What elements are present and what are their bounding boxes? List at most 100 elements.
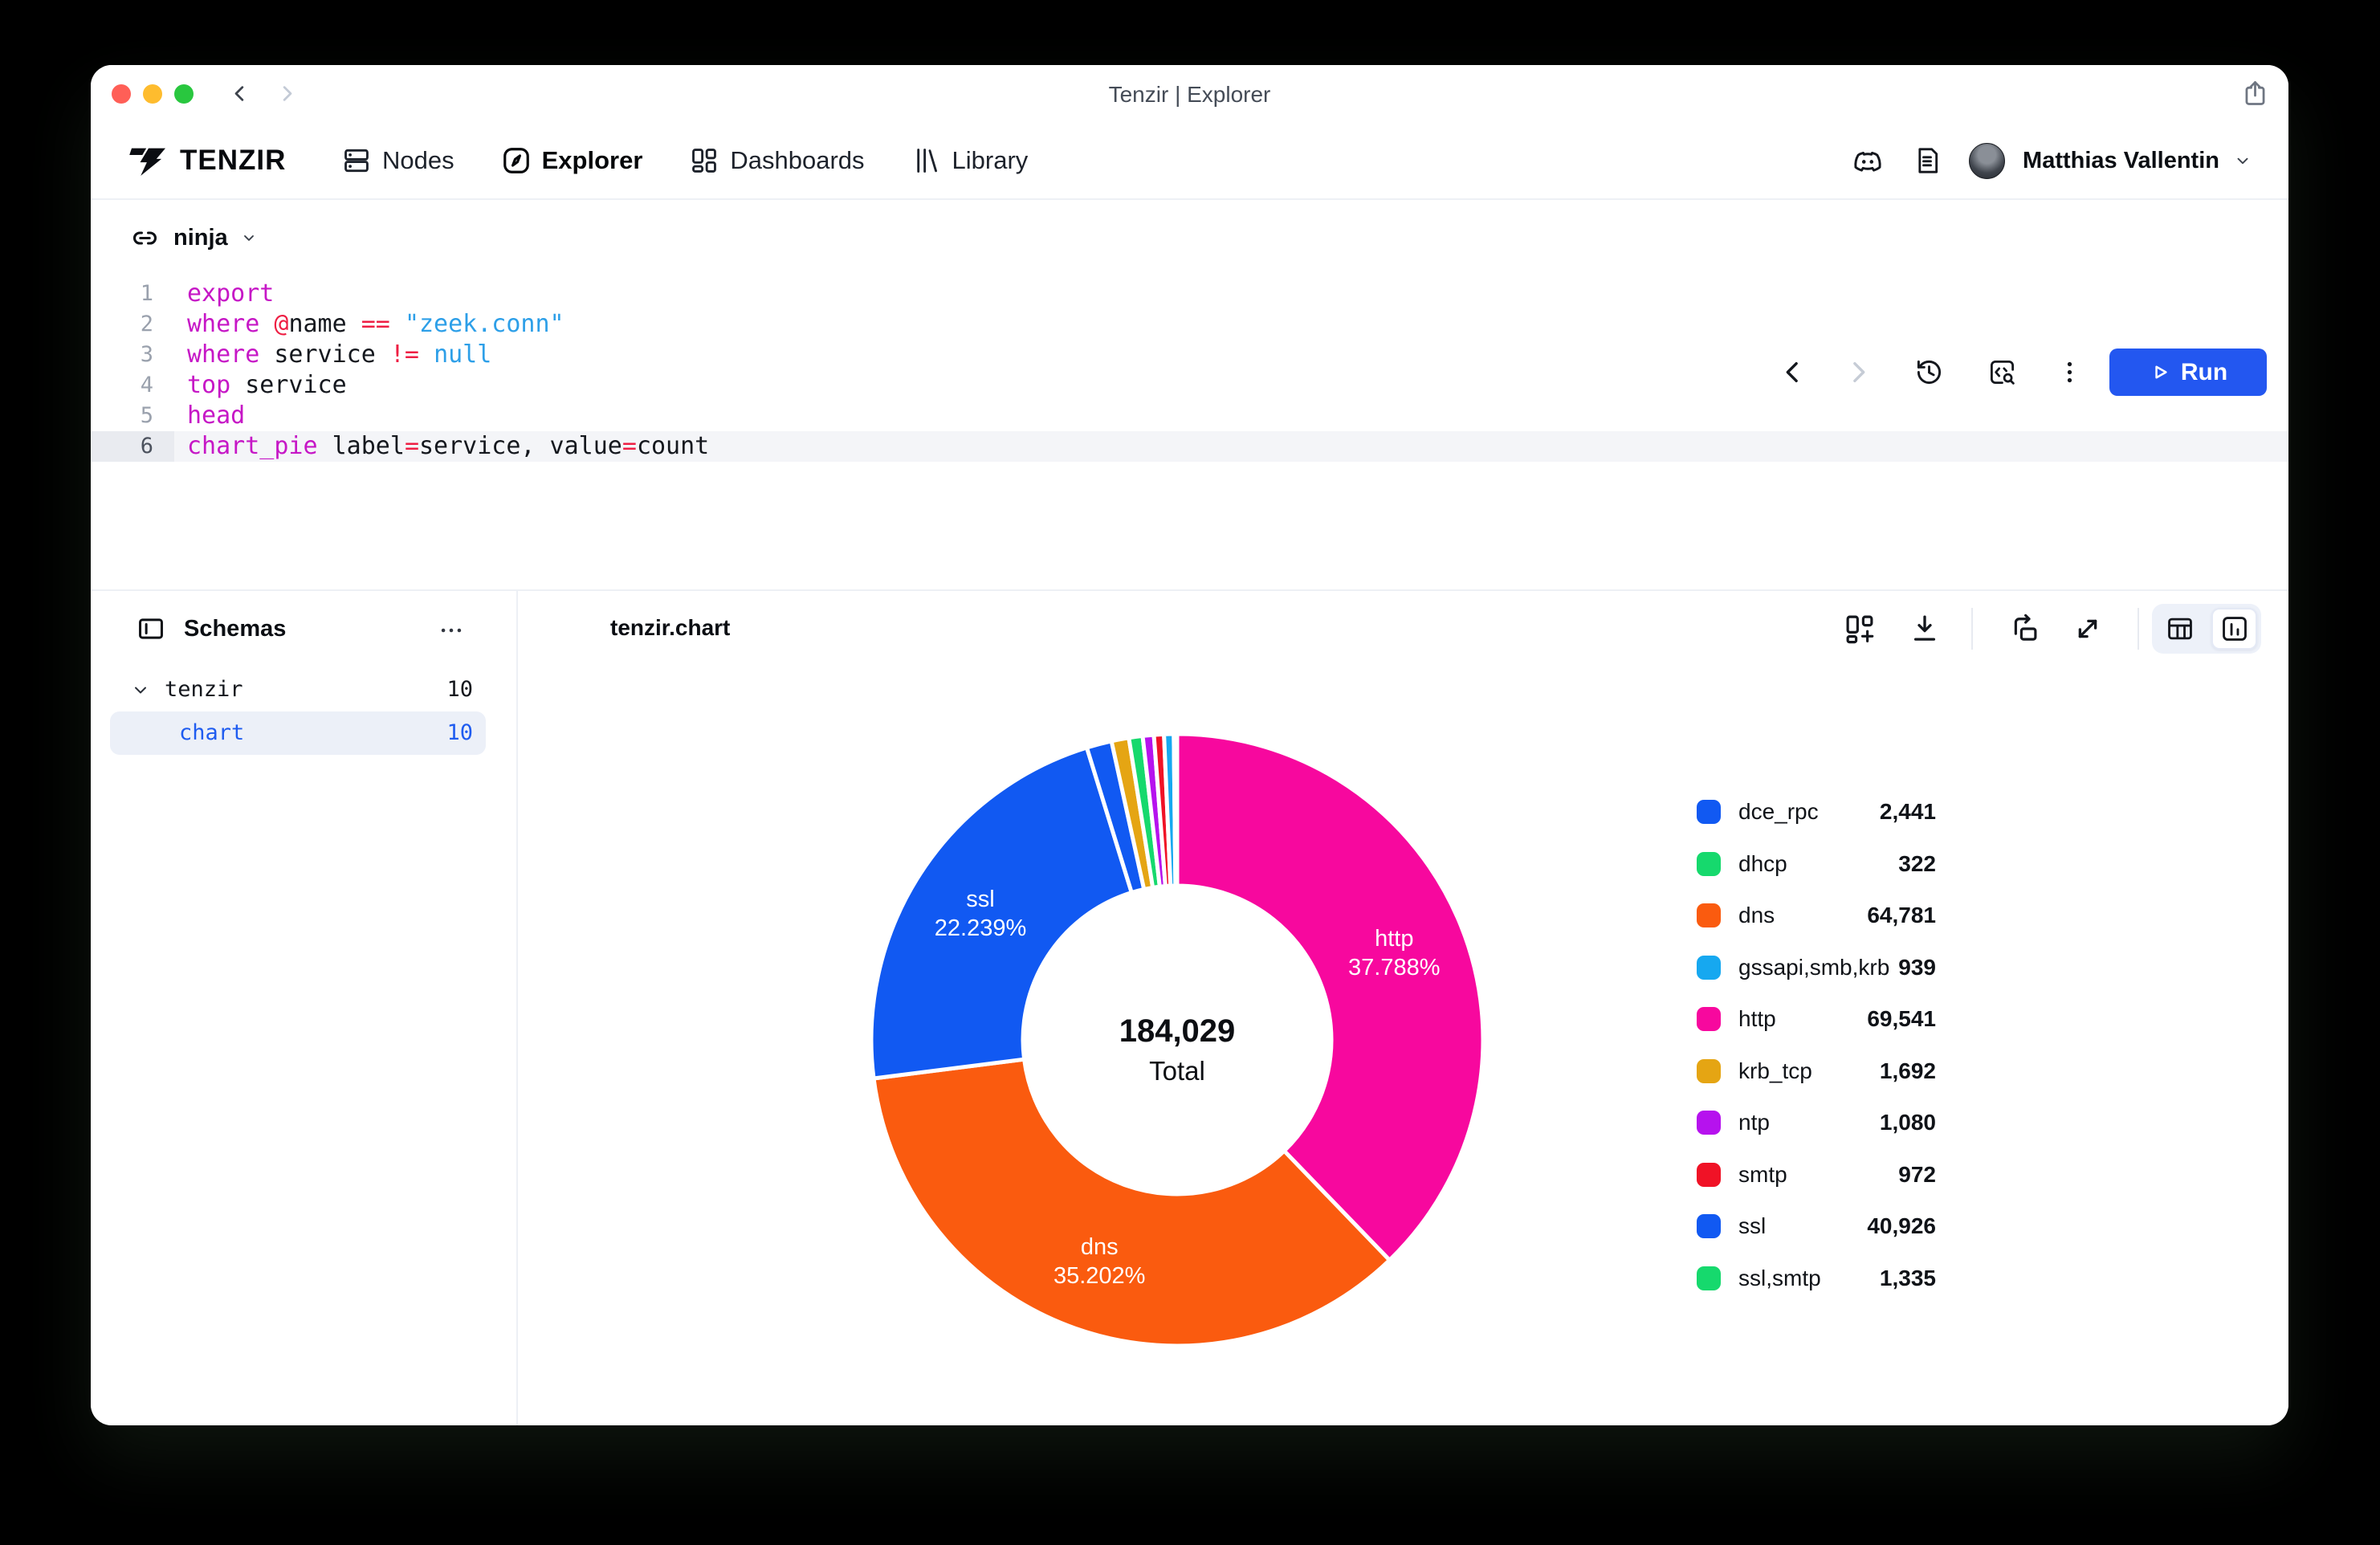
- tenzir-logo[interactable]: TENZIR: [129, 123, 286, 198]
- code-line-4[interactable]: 4top service: [91, 370, 2288, 401]
- app-window: Tenzir | Explorer TENZIR: [91, 65, 2288, 1425]
- nav-item-label: Library: [952, 146, 1029, 175]
- legend-value: 1,692: [1880, 1058, 1936, 1084]
- pie-chart: http37.788%dns35.202%ssl22.239%184,029To…: [859, 722, 1495, 1358]
- schema-item-chart[interactable]: chart 10: [91, 711, 518, 755]
- legend-label: dns: [1738, 903, 1775, 928]
- code-token: "zeek.conn": [405, 310, 564, 338]
- code-token: service, value: [419, 432, 622, 460]
- code-token: where: [187, 310, 259, 338]
- legend-label: gssapi,smb,krb: [1738, 955, 1889, 980]
- line-number: 2: [91, 309, 174, 340]
- chart-view-icon: [2219, 614, 2250, 644]
- code-token: =: [405, 432, 419, 460]
- user-menu[interactable]: Matthias Vallentin: [1969, 143, 2252, 179]
- pie-slice-ssl[interactable]: [871, 748, 1131, 1078]
- legend-label: http: [1738, 1006, 1776, 1032]
- code-token: name: [288, 310, 361, 338]
- legend-label: dhcp: [1738, 851, 1787, 877]
- nav-item-label: Dashboards: [730, 146, 864, 175]
- legend-item-ssl[interactable]: ssl40,926: [1697, 1201, 1936, 1253]
- code-text: chart_pie label=service, value=count: [174, 431, 709, 462]
- schemas-sidebar: Schemas tenzir 10 chart 10: [91, 591, 518, 1425]
- editor-toolbar: ninja: [91, 200, 2288, 275]
- pipeline-selector[interactable]: ninja: [129, 200, 257, 275]
- pipeline-name: ninja: [173, 225, 228, 251]
- nav-item-explorer[interactable]: Explorer: [501, 145, 643, 176]
- nav-items: Nodes Explorer Dashboard: [341, 123, 1028, 198]
- legend-item-smtp[interactable]: smtp 972: [1697, 1149, 1936, 1201]
- explorer-compass-icon: [501, 145, 532, 176]
- nodes-icon: [341, 145, 372, 176]
- add-to-dashboard-icon[interactable]: [1843, 612, 1877, 646]
- code-line-3[interactable]: 3where service != null: [91, 340, 2288, 370]
- toolbar-separator: [2138, 608, 2139, 650]
- navbar: TENZIR Nodes Explorer: [91, 123, 2288, 200]
- schema-group-tenzir[interactable]: tenzir 10: [91, 668, 518, 711]
- pie-slice-http[interactable]: [1177, 734, 1483, 1260]
- query-editor[interactable]: 1export2where @name == "zeek.conn"3where…: [91, 279, 2288, 462]
- share-icon[interactable]: [2239, 78, 2271, 109]
- legend-item-dns[interactable]: dns64,781: [1697, 890, 1936, 942]
- avatar: [1969, 143, 2005, 179]
- line-number: 1: [91, 279, 174, 309]
- titlebar: Tenzir | Explorer: [91, 65, 2288, 123]
- code-token: [259, 310, 274, 338]
- legend-item-http[interactable]: http 69,541: [1697, 993, 1936, 1046]
- view-toggle: [2152, 604, 2261, 654]
- legend-item-dhcp[interactable]: dhcp 322: [1697, 838, 1936, 891]
- legend-swatch-icon: [1697, 1111, 1721, 1135]
- legend-item-krb_tcp[interactable]: krb_tcp1,692: [1697, 1046, 1936, 1098]
- legend-item-ssl,smtp[interactable]: ssl,smtp1,335: [1697, 1253, 1936, 1305]
- legend-value: 322: [1898, 851, 1936, 877]
- download-icon[interactable]: [1908, 612, 1942, 646]
- code-token: where: [187, 340, 259, 369]
- pie-slice-dhcp[interactable]: [1174, 734, 1177, 886]
- legend-swatch-icon: [1697, 956, 1721, 980]
- discord-icon[interactable]: [1850, 143, 1885, 178]
- legend-label: ntp: [1738, 1110, 1770, 1135]
- code-line-2[interactable]: 2where @name == "zeek.conn": [91, 309, 2288, 340]
- legend-label: smtp: [1738, 1162, 1787, 1188]
- chart-view-button[interactable]: [2211, 608, 2257, 650]
- legend-item-gssapi,smb,krb[interactable]: gssapi,smb,krb939: [1697, 942, 1936, 994]
- legend-swatch-icon: [1697, 903, 1721, 927]
- legend-value: 1,080: [1880, 1110, 1936, 1135]
- legend-item-dce_rpc[interactable]: dce_rpc2,441: [1697, 786, 1936, 838]
- sidebar-toggle-icon[interactable]: [136, 614, 166, 644]
- legend-value: 972: [1898, 1162, 1936, 1188]
- nav-item-library[interactable]: Library: [911, 145, 1029, 176]
- legend-swatch-icon: [1697, 852, 1721, 876]
- pie-chart-svg: http37.788%dns35.202%ssl22.239%184,029To…: [859, 722, 1495, 1358]
- nav-item-nodes[interactable]: Nodes: [341, 145, 454, 176]
- code-text: top service: [174, 370, 347, 401]
- table-view-button[interactable]: [2165, 614, 2195, 644]
- expand-icon[interactable]: [2071, 612, 2105, 646]
- legend-value: 69,541: [1867, 1006, 1936, 1032]
- legend-item-ntp[interactable]: ntp 1,080: [1697, 1097, 1936, 1149]
- schema-item-count: 10: [446, 720, 473, 745]
- nav-item-dashboards[interactable]: Dashboards: [689, 145, 864, 176]
- code-token: label: [318, 432, 405, 460]
- code-token: top: [187, 371, 230, 399]
- line-number: 5: [91, 401, 174, 431]
- toolbar-separator: [1971, 608, 1973, 650]
- legend-swatch-icon: [1697, 800, 1721, 824]
- code-token: service: [230, 371, 347, 399]
- desktop: { "window": { "title": "Tenzir | Explore…: [0, 0, 2380, 1545]
- code-line-5[interactable]: 5head: [91, 401, 2288, 431]
- code-token: [390, 310, 405, 338]
- code-token: count: [637, 432, 709, 460]
- schema-item-label: chart: [179, 720, 244, 745]
- code-line-6[interactable]: 6chart_pie label=service, value=count: [91, 431, 2288, 462]
- code-token: !=: [390, 340, 419, 369]
- pie-total-value: 184,029: [1119, 1013, 1236, 1049]
- copy-pipeline-icon[interactable]: [2007, 612, 2040, 646]
- link-icon: [129, 222, 161, 254]
- legend-swatch-icon: [1697, 1214, 1721, 1238]
- code-line-1[interactable]: 1export: [91, 279, 2288, 309]
- docs-icon[interactable]: [1911, 145, 1943, 177]
- pie-slice-dns[interactable]: [874, 1059, 1389, 1346]
- chevron-down-icon: [241, 230, 257, 246]
- schemas-menu-icon[interactable]: [438, 617, 465, 644]
